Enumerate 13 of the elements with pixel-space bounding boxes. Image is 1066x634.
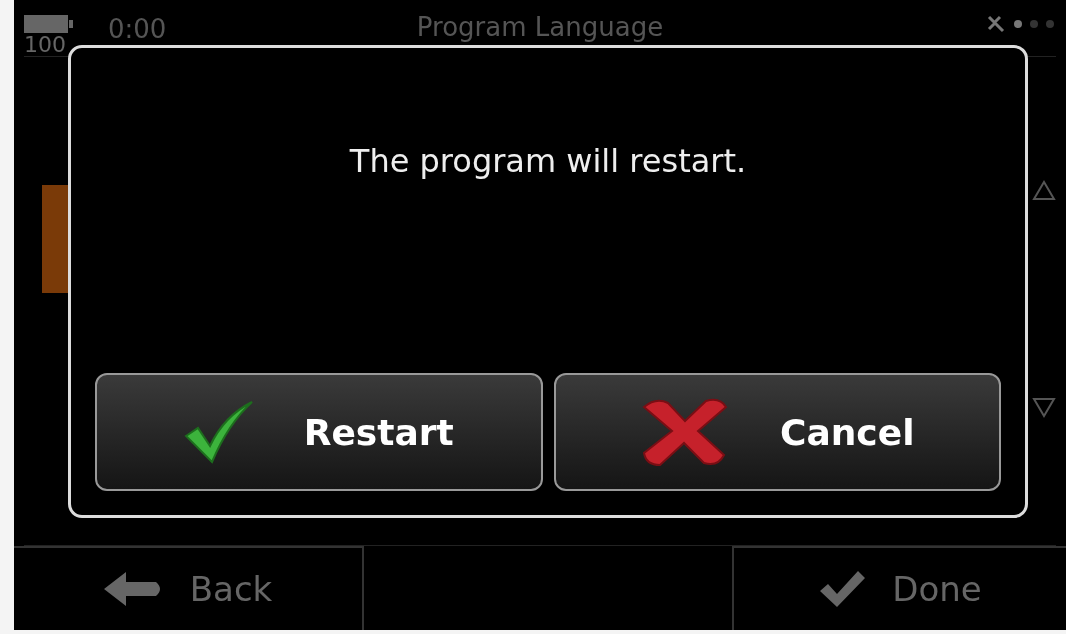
battery-level: 100 [24, 34, 67, 56]
screen-title: Program Language [416, 12, 664, 42]
scroll-up-icon[interactable] [1032, 179, 1056, 203]
cancel-button[interactable]: Cancel [553, 373, 1001, 491]
done-button[interactable]: Done [732, 546, 1066, 630]
checkmark-icon [818, 569, 867, 609]
battery-icon [24, 14, 74, 34]
clock-time: 0:00 [108, 14, 167, 44]
dialog-message: The program will restart. [348, 142, 748, 180]
scroll-down-icon[interactable] [1032, 395, 1056, 419]
back-button[interactable]: Back [14, 546, 364, 630]
restart-button[interactable]: Restart [95, 373, 543, 491]
checkmark-icon [183, 400, 254, 464]
